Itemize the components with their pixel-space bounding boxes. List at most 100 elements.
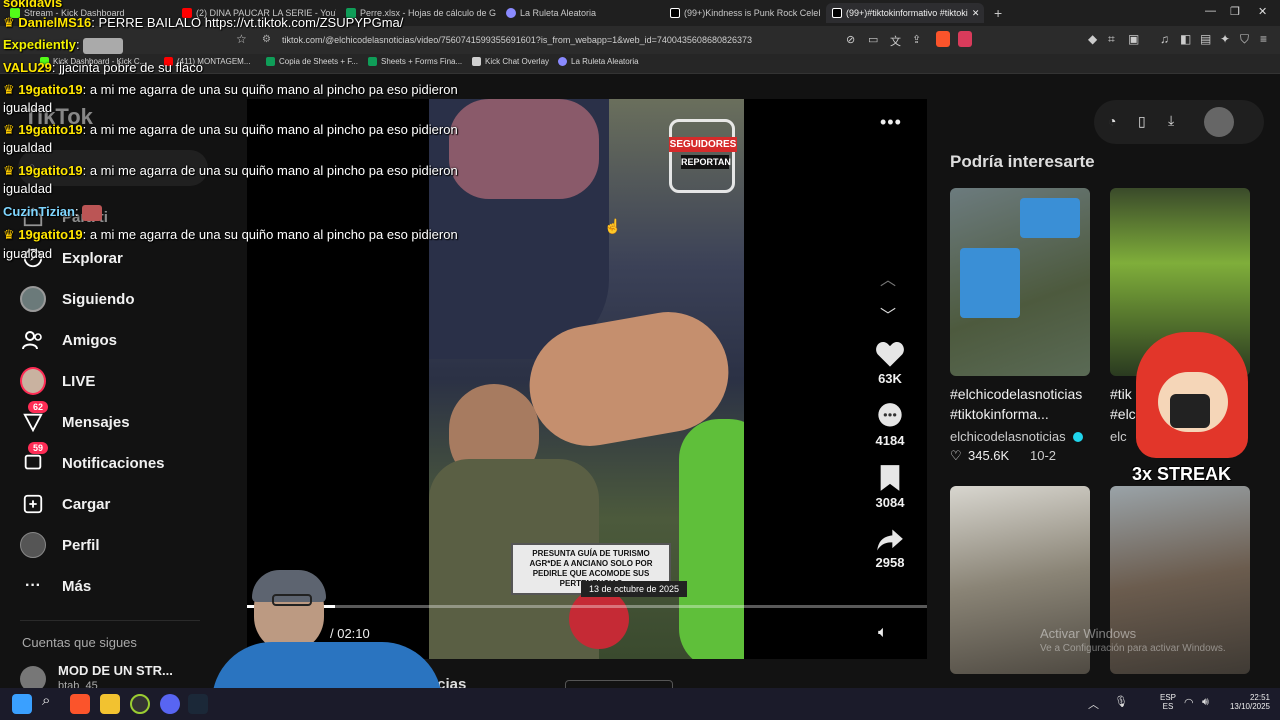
chat-message: sokidavis bbox=[3, 0, 63, 10]
comment-count: 4184 bbox=[875, 433, 905, 448]
download-icon[interactable]: ⤓ bbox=[1168, 112, 1174, 129]
discord-icon[interactable] bbox=[160, 694, 180, 714]
chevron-down-icon[interactable]: ﹀ bbox=[880, 302, 896, 326]
wallet-icon[interactable]: ▤ bbox=[1200, 32, 1211, 46]
wifi-icon[interactable]: ◠ bbox=[1184, 696, 1194, 709]
extension-box-icon[interactable]: ▣ bbox=[1128, 32, 1139, 46]
live-icon bbox=[20, 367, 46, 395]
steam-icon[interactable] bbox=[188, 694, 208, 714]
scene-sleeve bbox=[679, 419, 744, 659]
sidebar-toggle-icon[interactable]: ◧ bbox=[1180, 32, 1191, 46]
bookmark-ruleta[interactable]: La Ruleta Aleatoria bbox=[558, 57, 639, 66]
sheets-icon bbox=[368, 57, 377, 66]
avatar[interactable] bbox=[1204, 107, 1234, 137]
chat-message: ♛ DanielMS16: PERRE BAILALO https://vt.t… bbox=[3, 15, 404, 30]
reco-title-1[interactable]: #elchicodelasnoticias #tiktokinforma... bbox=[950, 384, 1095, 424]
brave-rewards-icon[interactable] bbox=[958, 31, 972, 47]
streamer-glasses bbox=[272, 594, 312, 606]
nav-cargar[interactable]: Cargar bbox=[20, 491, 110, 517]
clock[interactable]: 22:51 13/10/2025 bbox=[1222, 693, 1270, 711]
volume-icon[interactable]: 🔊︎ bbox=[1202, 696, 1209, 709]
close-window-icon[interactable]: ✕ bbox=[1258, 5, 1267, 18]
maximize-icon[interactable]: ❐ bbox=[1230, 5, 1240, 18]
tab-tiktok-active[interactable]: (99+)#tiktokinformativo #tiktoki ✕ bbox=[826, 3, 984, 23]
device-icon[interactable]: ▯ bbox=[1138, 113, 1146, 130]
chat-message: igualdad bbox=[3, 246, 53, 261]
bus-shape bbox=[1020, 198, 1080, 238]
nav-siguiendo[interactable]: Siguiendo bbox=[20, 286, 135, 312]
tab-ruleta[interactable]: La Ruleta Aleatoria bbox=[500, 3, 660, 23]
reco-card-1[interactable] bbox=[950, 188, 1090, 376]
overlay-icon bbox=[472, 57, 481, 66]
chevron-up-icon[interactable]: ︿ bbox=[880, 266, 896, 290]
chat-message: igualdad bbox=[3, 140, 53, 155]
minimize-icon[interactable]: — bbox=[1205, 5, 1216, 17]
reco-date-1: 10-2 bbox=[1030, 448, 1057, 463]
nav-mensajes[interactable]: 62 Mensajes bbox=[20, 401, 130, 435]
close-tab-icon[interactable]: ✕ bbox=[972, 8, 980, 19]
nav-live[interactable]: LIVE bbox=[20, 367, 95, 395]
bookmark-star-icon[interactable]: ☆ bbox=[236, 32, 247, 46]
nav-amigos[interactable]: Amigos bbox=[20, 327, 117, 353]
chevron-up-icon[interactable]: ︿ bbox=[1088, 696, 1099, 712]
emote-icon bbox=[82, 204, 103, 221]
nav-perfil[interactable]: Perfil bbox=[20, 532, 100, 558]
share-icon[interactable]: ⇪ bbox=[912, 33, 921, 46]
comment-icon bbox=[878, 403, 902, 427]
music-icon[interactable]: ♫ bbox=[1160, 32, 1169, 46]
video-frame[interactable]: SEGUIDORES REPORTAN PRESUNTA GUÍA DE TUR… bbox=[429, 99, 744, 659]
following-account-name[interactable]: MOD DE UN STR... bbox=[58, 663, 173, 678]
menu-icon[interactable]: ≡ bbox=[1260, 32, 1267, 46]
chat-message: igualdad bbox=[3, 100, 53, 115]
folder-icon[interactable] bbox=[100, 694, 120, 714]
video-date: 13 de octubre de 2025 bbox=[581, 581, 687, 597]
app-icon[interactable] bbox=[130, 694, 150, 714]
avatar bbox=[20, 532, 46, 558]
chat-message: ♛ 19gatito19: a mi me agarra de una su q… bbox=[3, 82, 458, 97]
brave-icon[interactable] bbox=[70, 694, 90, 714]
tab-tiktok-kindness[interactable]: (99+)Kindness is Punk Rock Celebrat bbox=[664, 3, 820, 23]
site-info-icon[interactable]: ⚙ bbox=[262, 31, 271, 49]
no-tracking-icon[interactable]: ⊘ bbox=[846, 33, 855, 46]
language-indicator[interactable]: ESP ES bbox=[1160, 693, 1176, 711]
chat-message: ♛ 19gatito19: a mi me agarra de una su q… bbox=[3, 227, 458, 242]
nav-mas[interactable]: ··· Más bbox=[20, 573, 91, 599]
leo-ai-icon[interactable]: ✦ bbox=[1220, 32, 1230, 46]
badge-icon: ♛ bbox=[3, 122, 15, 137]
mouse-cursor-icon: ☝ bbox=[604, 218, 622, 234]
bookmark-copia-sheets[interactable]: Copia de Sheets + F... bbox=[266, 57, 358, 66]
save-button[interactable]: 3084 bbox=[866, 464, 914, 510]
like-button[interactable]: 63K bbox=[866, 338, 914, 386]
volume-icon[interactable]: 🔈︎ bbox=[878, 624, 888, 642]
following-header: Cuentas que sigues bbox=[22, 635, 137, 650]
sheets-icon bbox=[266, 57, 275, 66]
new-tab-button[interactable]: + bbox=[988, 3, 1006, 23]
coin-icon[interactable]: ◔ bbox=[1108, 113, 1116, 129]
bookmark-sheets-forms[interactable]: Sheets + Forms Fina... bbox=[368, 57, 462, 66]
plus-icon bbox=[20, 491, 46, 517]
url-field[interactable]: ⚙ tiktok.com/@elchicodelasnoticias/video… bbox=[258, 31, 818, 49]
character-phone bbox=[1170, 394, 1210, 428]
badge-icon: ♛ bbox=[3, 82, 15, 97]
people-icon bbox=[20, 327, 46, 353]
comment-button[interactable]: 4184 bbox=[866, 402, 914, 448]
extension-diamond-icon[interactable]: ◆ bbox=[1088, 32, 1097, 46]
translate-icon[interactable]: 文 bbox=[890, 33, 901, 49]
vpn-icon[interactable]: ⛉ bbox=[1240, 32, 1249, 47]
share-button[interactable]: 2958 bbox=[866, 528, 914, 570]
nav-notificaciones[interactable]: 59 Notificaciones bbox=[20, 442, 165, 476]
chat-message: igualdad bbox=[3, 181, 53, 196]
more-options-icon[interactable]: ••• bbox=[880, 112, 902, 133]
reco-user-2[interactable]: elc bbox=[1110, 429, 1127, 444]
microphone-icon[interactable]: 🎙︎ bbox=[1114, 695, 1128, 708]
brave-shield-icon[interactable] bbox=[936, 31, 950, 47]
search-icon[interactable]: ⌕ bbox=[42, 692, 62, 712]
reco-likes-1: 345.6K bbox=[968, 448, 1010, 463]
extension-screenshot-icon[interactable]: ⌗ bbox=[1108, 32, 1115, 47]
cast-icon[interactable]: ▭ bbox=[868, 33, 878, 46]
divider bbox=[20, 620, 200, 621]
windows-start-icon[interactable] bbox=[12, 694, 32, 714]
reco-user-1[interactable]: elchicodelasnoticias bbox=[950, 429, 1066, 444]
badge-icon: ♛ bbox=[3, 163, 15, 178]
bookmark-kick-chat-overlay[interactable]: Kick Chat Overlay bbox=[472, 57, 549, 66]
